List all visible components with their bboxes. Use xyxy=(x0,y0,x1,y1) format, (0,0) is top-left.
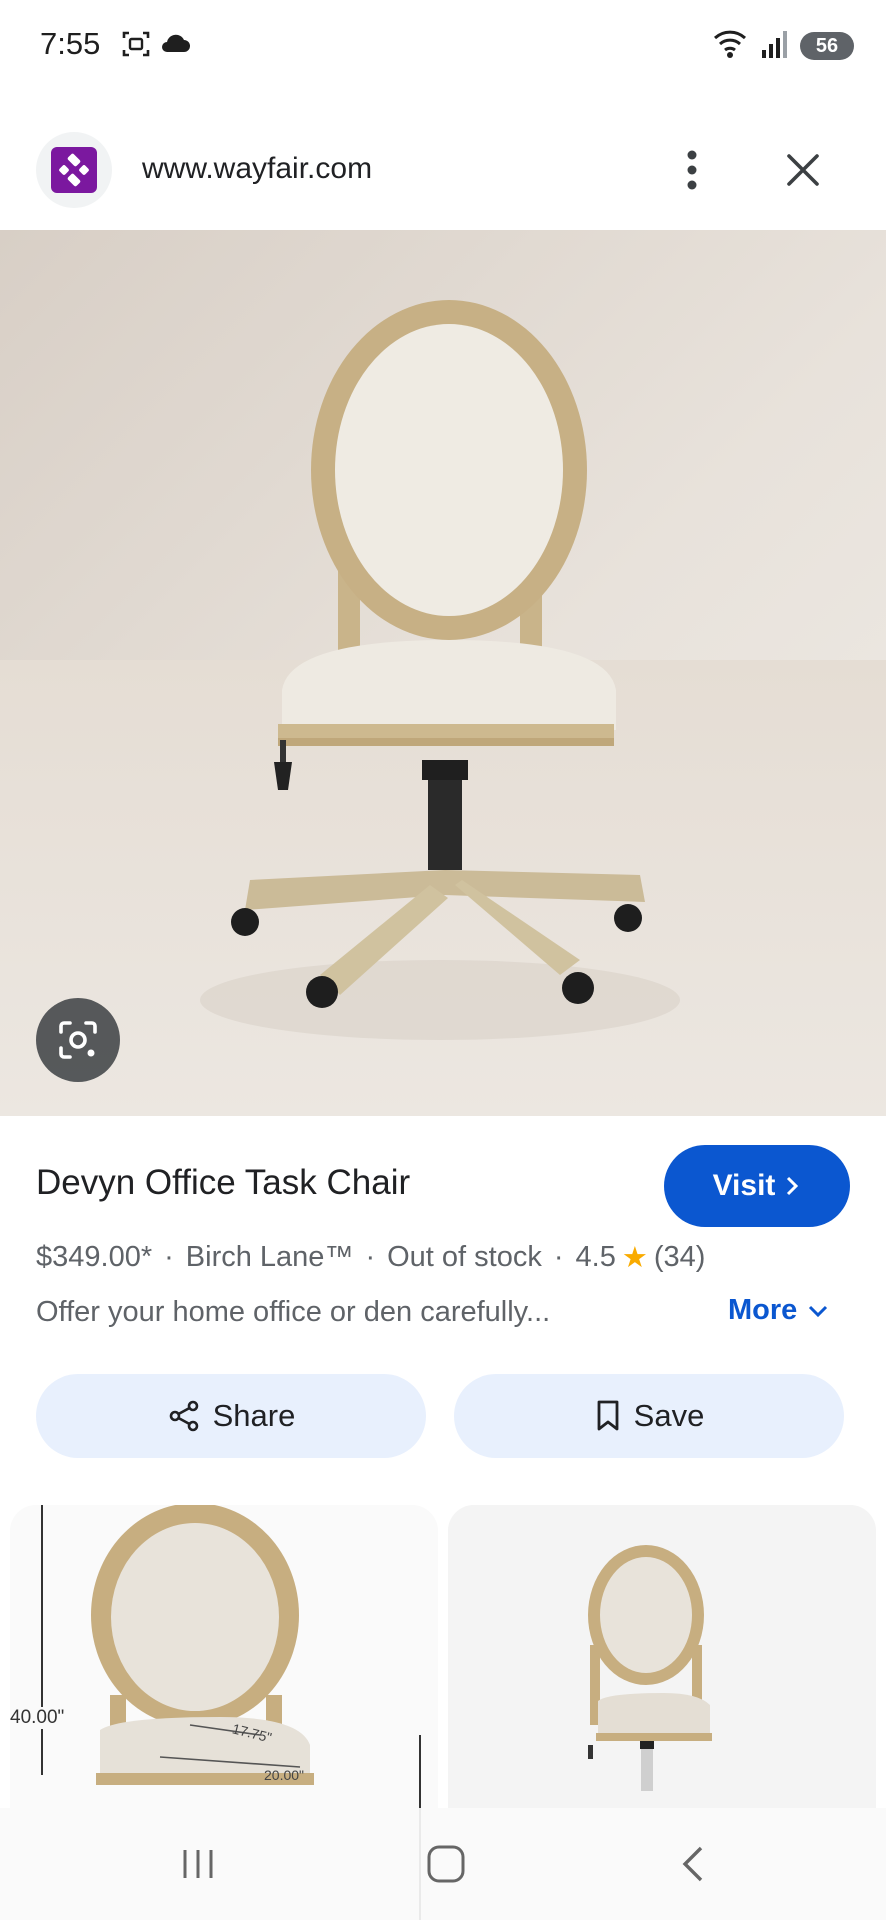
share-button[interactable]: Share xyxy=(36,1374,426,1458)
wayfair-icon[interactable] xyxy=(36,132,112,208)
save-label: Save xyxy=(633,1398,705,1433)
product-price: $349.00* xyxy=(36,1241,153,1273)
status-bar: 7:55 56 xyxy=(0,0,886,92)
bookmark-icon xyxy=(597,1400,619,1431)
share-icon xyxy=(169,1400,198,1432)
status-time: 7:55 xyxy=(40,26,101,61)
dimension-height: 40.00" xyxy=(10,1707,65,1729)
back-icon[interactable] xyxy=(654,1836,734,1892)
save-button[interactable]: Save xyxy=(454,1374,844,1458)
product-meta: $349.00* · Birch Lane™ · Out of stock · … xyxy=(36,1240,705,1275)
more-button[interactable]: More xyxy=(728,1294,829,1327)
separator-dot: · xyxy=(164,1241,174,1273)
chevron-right-icon xyxy=(787,1176,799,1196)
rating-value: 4.5 xyxy=(575,1241,616,1273)
recent-apps-icon[interactable] xyxy=(158,1836,238,1892)
screenshot-icon xyxy=(120,28,152,65)
page-url[interactable]: www.wayfair.com xyxy=(142,152,372,186)
product-description: Offer your home office or den carefully.… xyxy=(36,1296,551,1328)
chevron-down-icon xyxy=(809,1305,828,1317)
cloud-icon xyxy=(158,28,192,65)
lens-search-icon[interactable] xyxy=(36,998,120,1082)
home-icon[interactable] xyxy=(406,1836,486,1892)
visit-button[interactable]: Visit xyxy=(664,1145,850,1227)
battery-icon: 56 xyxy=(800,32,854,60)
more-options-icon[interactable] xyxy=(668,140,716,200)
navigation-bar xyxy=(0,1808,886,1920)
separator-dot: · xyxy=(553,1241,564,1273)
wifi-icon xyxy=(712,26,748,65)
product-image[interactable] xyxy=(0,230,886,1116)
url-bar: www.wayfair.com xyxy=(0,120,886,220)
star-icon: ★ xyxy=(621,1242,648,1274)
product-title: Devyn Office Task Chair xyxy=(36,1163,411,1202)
share-label: Share xyxy=(212,1398,296,1433)
dimension-width: 20.00" xyxy=(264,1767,305,1783)
product-brand: Birch Lane™ xyxy=(185,1241,354,1273)
separator-dot: · xyxy=(365,1241,376,1273)
more-label: More xyxy=(728,1294,798,1326)
visit-label: Visit xyxy=(712,1169,776,1202)
review-count: (34) xyxy=(653,1241,706,1273)
close-icon[interactable] xyxy=(776,140,830,200)
stock-status: Out of stock xyxy=(387,1241,542,1273)
signal-icon xyxy=(760,28,792,65)
